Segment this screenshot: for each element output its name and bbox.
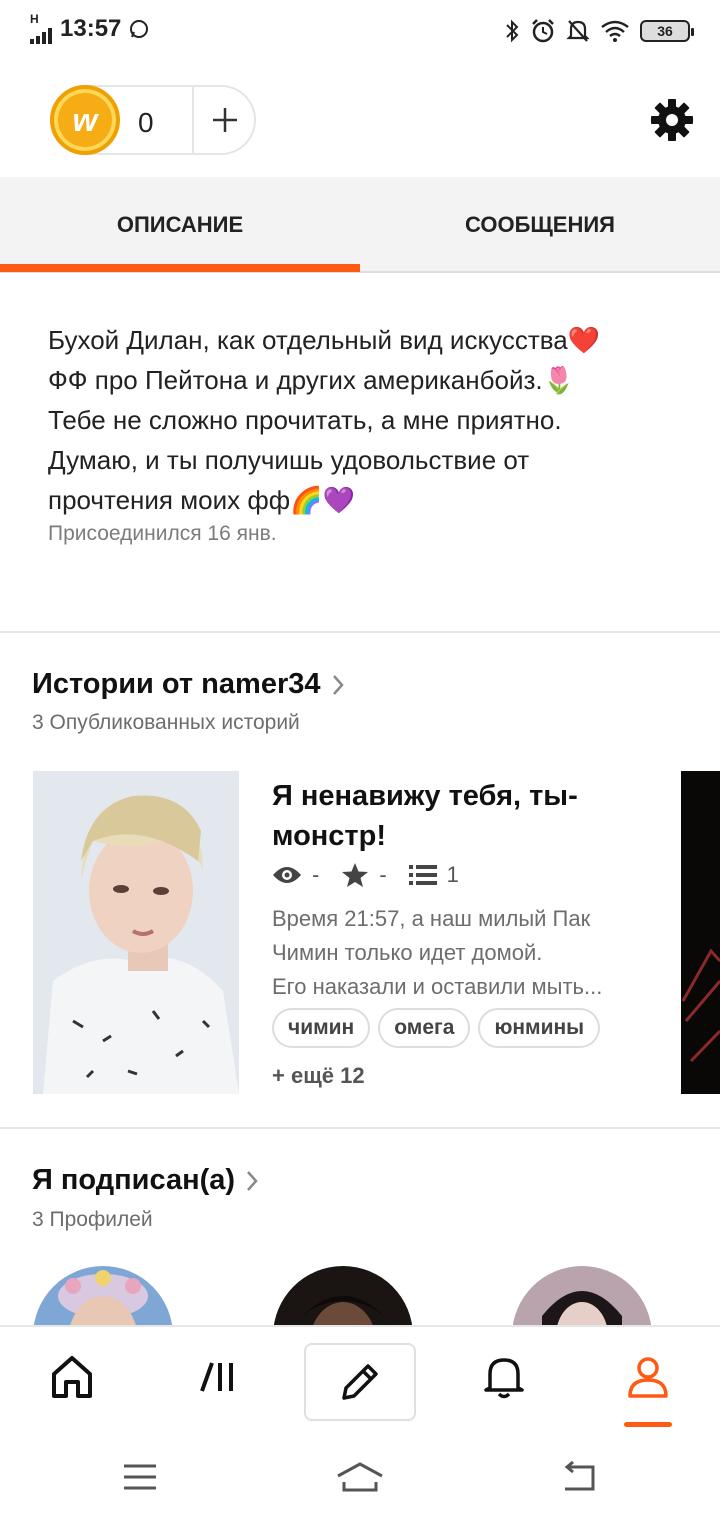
tag-chip[interactable]: омега <box>378 1008 471 1048</box>
story-title[interactable]: Я ненавижу тебя, ты-монстр! <box>272 776 652 856</box>
next-story-cover-art <box>681 948 720 1063</box>
story-description-line: Его наказали и оставили мыть... <box>272 974 603 999</box>
pencil-icon <box>342 1364 378 1400</box>
status-time: 13:57 <box>60 15 122 42</box>
battery-indicator: 36 <box>640 20 694 42</box>
alarm-icon <box>532 19 554 43</box>
more-tags-link[interactable]: + ещё 12 <box>272 1063 365 1089</box>
add-coins-button[interactable] <box>194 87 256 153</box>
next-story-cover-image[interactable] <box>681 771 720 1094</box>
bell-icon <box>484 1358 524 1399</box>
nav-library-button[interactable] <box>162 1327 274 1427</box>
story-tags: чимин омега юнмины <box>272 1008 601 1048</box>
profile-icon <box>628 1357 668 1398</box>
story-stats: - - 1 <box>272 862 481 888</box>
library-icon <box>200 1362 233 1392</box>
chevron-right-icon <box>332 674 344 695</box>
story-cover-art <box>33 771 239 1094</box>
story-description: Время 21:57, а наш милый Пак Чимин тольк… <box>272 902 652 1004</box>
bottom-navigation <box>0 1325 720 1435</box>
profile-tabs: ОПИСАНИЕ СООБЩЕНИЯ <box>0 177 720 273</box>
reads-stat: - <box>272 862 319 888</box>
system-menu-button[interactable] <box>110 1455 170 1499</box>
tab-description[interactable]: ОПИСАНИЕ <box>0 177 360 273</box>
description-line: Думаю, и ты получишь удовольствие от <box>48 445 530 475</box>
tag-chip[interactable]: чимин <box>272 1008 371 1048</box>
description-line: прочтения моих фф🌈💜 <box>48 485 355 515</box>
whatsapp-icon <box>130 20 149 38</box>
following-section-header[interactable]: Я подписан(а) <box>32 1164 259 1197</box>
tag-chip[interactable]: юнмины <box>478 1008 601 1048</box>
parts-count: 1 <box>446 862 459 887</box>
nav-write-button[interactable] <box>304 1343 416 1421</box>
tab-messages[interactable]: СООБЩЕНИЯ <box>360 177 720 273</box>
status-bar: H 13:57 36 <box>0 0 720 64</box>
following-count: 3 Профилей <box>32 1208 153 1231</box>
description-line: ФФ про Пейтона и других американбойз.🌷 <box>48 365 576 395</box>
following-section-title: Я подписан(а) <box>32 1164 236 1196</box>
coins-widget[interactable]: w 0 <box>50 85 256 155</box>
list-icon <box>408 865 437 885</box>
settings-gear-icon[interactable] <box>650 98 694 142</box>
system-navigation <box>0 1435 720 1520</box>
description-line: Бухой Дилан, как отдельный вид искусства… <box>48 325 601 355</box>
stories-count: 3 Опубликованных историй <box>32 711 300 734</box>
section-divider <box>0 1127 720 1129</box>
section-divider <box>0 631 720 633</box>
votes-count: - <box>379 862 387 887</box>
story-description-line: Чимин только идет домой. <box>272 940 543 965</box>
stories-section-title: Истории от namer34 <box>32 668 321 700</box>
coin-logo-icon: w <box>50 85 120 155</box>
menu-icon <box>124 1464 156 1490</box>
star-icon <box>342 863 369 887</box>
home-icon <box>52 1356 92 1398</box>
system-home-button[interactable] <box>330 1455 390 1499</box>
bluetooth-icon <box>506 19 519 43</box>
status-right: 36 <box>504 18 694 44</box>
description-line: Тебе не сложно прочитать, а мне приятно. <box>48 405 562 435</box>
active-nav-indicator <box>624 1422 672 1427</box>
wifi-icon <box>601 20 629 42</box>
chevron-right-icon <box>247 1170 258 1191</box>
reads-count: - <box>312 862 320 887</box>
profile-description: Бухой Дилан, как отдельный вид искусства… <box>48 320 678 546</box>
coin-count: 0 <box>138 107 154 138</box>
parts-stat: 1 <box>408 862 459 888</box>
joined-date: Присоединился 16 янв. <box>48 522 277 545</box>
story-cover-image[interactable] <box>33 771 239 1094</box>
votes-stat: - <box>341 862 387 888</box>
signal-icon <box>30 24 52 44</box>
active-tab-indicator <box>0 264 360 272</box>
back-icon <box>564 1461 595 1491</box>
nav-notifications-button[interactable] <box>448 1327 560 1427</box>
status-left: H 13:57 <box>30 12 149 44</box>
plus-icon <box>213 108 237 132</box>
nav-profile-button[interactable] <box>592 1327 704 1427</box>
story-description-line: Время 21:57, а наш милый Пак <box>272 906 591 931</box>
mute-bell-icon <box>566 20 590 42</box>
nav-home-button[interactable] <box>16 1327 128 1427</box>
stories-section-header[interactable]: Истории от namer34 <box>32 668 345 701</box>
system-back-button[interactable] <box>548 1455 608 1499</box>
network-type: H <box>30 12 39 26</box>
home-icon <box>337 1462 383 1492</box>
eye-icon <box>273 867 301 883</box>
